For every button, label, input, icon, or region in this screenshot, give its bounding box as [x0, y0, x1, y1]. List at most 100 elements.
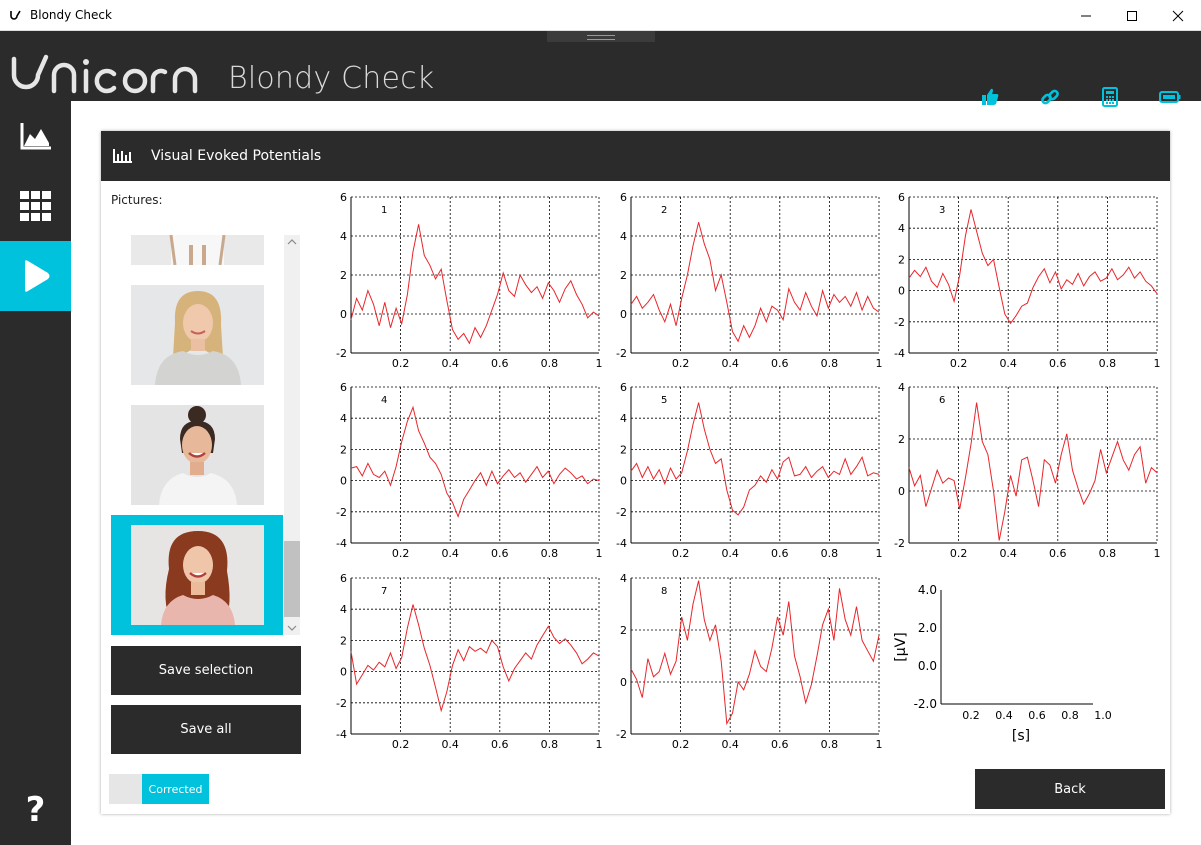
scale-x-tick: 0.4 [995, 709, 1013, 722]
scroll-down-icon[interactable] [284, 621, 300, 635]
y-tick-label: 2 [340, 269, 347, 282]
x-tick-label: 0.4 [721, 738, 739, 751]
x-tick-label: 0.4 [721, 357, 739, 370]
scale-x-tick: 0.6 [1028, 709, 1046, 722]
sidebar: ? [0, 101, 71, 845]
picture-list-scrollbar[interactable] [284, 235, 300, 635]
sidebar-item-play[interactable] [0, 241, 71, 311]
y-tick-label: 0 [898, 485, 905, 498]
maximize-button[interactable] [1109, 0, 1155, 31]
x-tick-label: 1 [596, 357, 603, 370]
minimize-button[interactable] [1063, 0, 1109, 31]
vep-trace [630, 580, 880, 726]
y-tick-label: -2 [894, 316, 905, 329]
x-tick-label: 1 [876, 547, 883, 560]
picture-blonde-woman [131, 285, 264, 385]
grid-icon [19, 191, 51, 221]
y-tick-label: 0 [620, 308, 627, 321]
corrected-toggle[interactable]: Corrected [109, 774, 209, 804]
scale-x-label: [s] [1012, 728, 1030, 744]
battery-icon[interactable] [1159, 87, 1181, 107]
scale-x-tick: 0.2 [962, 709, 980, 722]
y-tick-label: 0 [620, 475, 627, 488]
vep-charts: 6 4 2 0 -2 0.2 0.4 0.6 0.8 1 1 6 4 2 0 -2 0.2 0.4 0.6 0.8 1 2… [336, 191, 1161, 751]
plot-number: 5 [661, 395, 667, 406]
y-tick-label: 6 [340, 572, 347, 585]
plot-number: 1 [381, 205, 387, 216]
x-tick-label: 0.8 [1099, 357, 1117, 370]
scale-y-tick: 4.0 [918, 583, 937, 597]
x-tick-label: 0.6 [1049, 357, 1067, 370]
scroll-thumb[interactable] [284, 541, 300, 617]
save-all-button[interactable]: Save all [111, 705, 301, 754]
x-tick-label: 0.2 [672, 357, 690, 370]
vep-plot-3: 6 4 2 0 -2 -4 0.2 0.4 0.6 0.8 1 3 [894, 191, 1160, 370]
x-tick-label: 1 [1154, 547, 1161, 560]
x-tick-label: 0.6 [771, 357, 789, 370]
x-tick-label: 0.4 [441, 738, 459, 751]
scroll-up-icon[interactable] [284, 235, 300, 249]
plot-number: 4 [381, 395, 387, 406]
scale-y-tick: -2.0 [914, 697, 937, 711]
x-tick-label: 1 [876, 738, 883, 751]
x-tick-label: 0.8 [821, 357, 839, 370]
y-tick-label: 2 [340, 443, 347, 456]
vep-trace [350, 604, 600, 713]
link-icon[interactable] [1040, 87, 1060, 107]
y-tick-label: 6 [340, 191, 347, 204]
app-subtitle: Blondy Check [228, 61, 435, 96]
x-tick-label: 0.6 [491, 357, 509, 370]
y-tick-label: 6 [620, 191, 627, 204]
panel-title: Visual Evoked Potentials [151, 148, 322, 164]
vep-plot-8: 4 2 0 -2 0.2 0.4 0.6 0.8 1 8 [616, 572, 882, 751]
x-tick-label: 0.8 [821, 738, 839, 751]
back-button[interactable]: Back [975, 769, 1165, 809]
toggle-label: Corrected [142, 774, 209, 804]
picture-item-partial[interactable] [111, 235, 283, 267]
calculator-icon[interactable] [1100, 87, 1120, 107]
x-tick-label: 0.6 [771, 738, 789, 751]
vep-trace [350, 224, 600, 345]
y-tick-label: 0 [340, 308, 347, 321]
y-tick-label: 2 [340, 634, 347, 647]
sidebar-item-grid[interactable] [0, 171, 71, 241]
picture-list[interactable] [111, 235, 301, 635]
save-selection-button[interactable]: Save selection [111, 646, 301, 695]
y-tick-label: 6 [620, 381, 627, 394]
x-tick-label: 0.8 [541, 738, 559, 751]
y-tick-label: -2 [336, 347, 347, 360]
picture-item-blonde[interactable] [111, 285, 283, 387]
x-tick-label: 0.2 [392, 738, 410, 751]
help-button[interactable]: ? [0, 775, 71, 845]
x-tick-label: 1 [596, 738, 603, 751]
x-tick-label: 0.6 [491, 738, 509, 751]
picture-item-dark-hair[interactable] [111, 405, 283, 507]
y-tick-label: 6 [898, 191, 905, 204]
sidebar-item-chart[interactable] [0, 101, 71, 171]
x-tick-label: 0.8 [821, 547, 839, 560]
window-titlebar: Blondy Check [0, 0, 1201, 31]
x-tick-label: 0.4 [441, 357, 459, 370]
x-tick-label: 0.4 [441, 547, 459, 560]
y-tick-label: 4 [340, 412, 347, 425]
drag-handle[interactable] [547, 31, 655, 42]
x-tick-label: 0.4 [721, 547, 739, 560]
help-icon: ? [25, 790, 46, 830]
vep-plot-2: 6 4 2 0 -2 0.2 0.4 0.6 0.8 1 2 [616, 191, 882, 370]
x-tick-label: 0.4 [999, 547, 1017, 560]
picture-item-red-hair[interactable] [111, 515, 283, 635]
x-tick-label: 0.6 [1049, 547, 1067, 560]
bar-chart-icon [113, 149, 132, 163]
y-tick-label: 4 [620, 412, 627, 425]
close-button[interactable] [1155, 0, 1201, 31]
y-tick-label: 4 [898, 222, 905, 235]
x-tick-label: 0.6 [491, 547, 509, 560]
x-tick-label: 0.8 [541, 357, 559, 370]
y-tick-label: 2 [620, 443, 627, 456]
x-tick-label: 0.2 [392, 547, 410, 560]
thumbs-up-icon[interactable] [980, 87, 1000, 107]
vep-plot-7: 6 4 2 0 -2 -4 0.2 0.4 0.6 0.8 1 7 [336, 572, 602, 751]
y-tick-label: 4 [340, 603, 347, 616]
y-tick-label: 4 [620, 230, 627, 243]
pictures-label: Pictures: [111, 193, 163, 207]
